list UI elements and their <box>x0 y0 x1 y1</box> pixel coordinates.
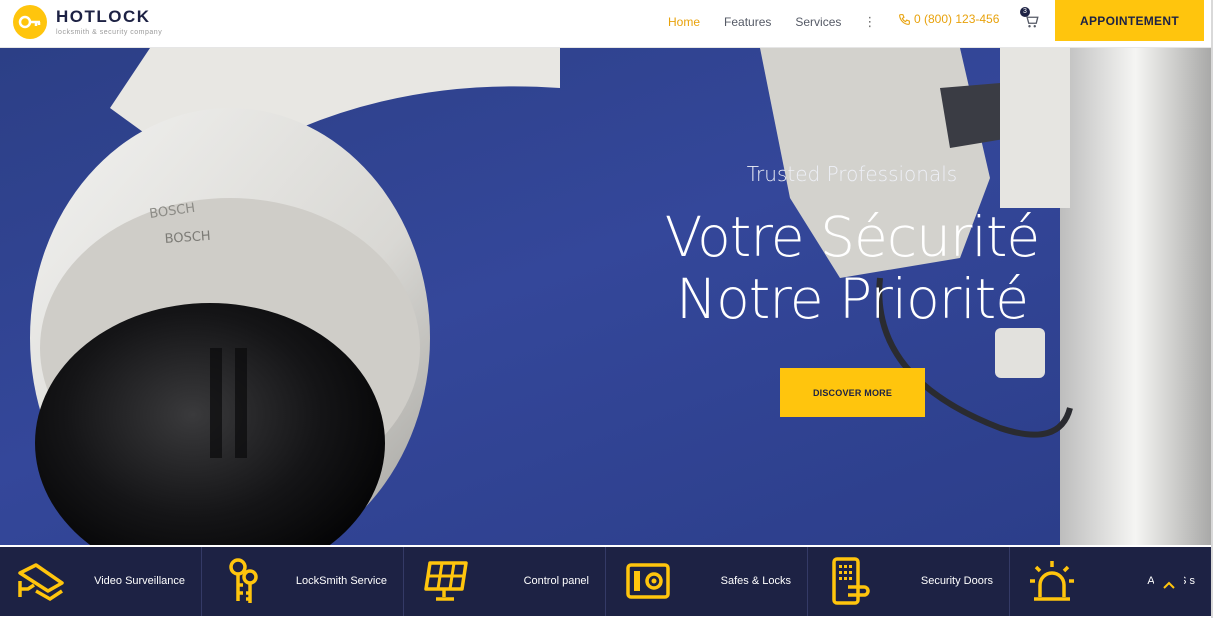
site-header: HOTLOCK locksmith & security company Hom… <box>0 0 1213 48</box>
service-safes-locks[interactable]: Safes & Locks <box>606 547 808 616</box>
phone-icon <box>899 13 910 25</box>
panel-icon <box>424 561 468 601</box>
service-label: Control panel <box>523 575 589 587</box>
hero-title: Votre Sécurité Notre Priorité <box>650 206 1054 330</box>
chevron-up-icon <box>1163 581 1175 589</box>
hero-title-line-2: Notre Priorité <box>675 267 1029 331</box>
cart-count-badge: 3 <box>1020 7 1030 17</box>
phone-link[interactable]: 0 (800) 123-456 <box>898 12 999 26</box>
scroll-to-top-button[interactable] <box>1154 572 1184 598</box>
service-control-panel[interactable]: Control panel <box>404 547 606 616</box>
nav-services[interactable]: Services <box>795 15 841 29</box>
brand-tagline: locksmith & security company <box>56 29 163 36</box>
more-menu-icon[interactable]: ⋮ <box>863 14 876 30</box>
nav-features[interactable]: Features <box>724 15 771 29</box>
camera-icon <box>18 563 64 602</box>
cart-button[interactable]: 3 <box>1020 7 1040 30</box>
service-label: Video Surveillance <box>94 575 185 587</box>
safe-icon <box>626 563 670 599</box>
service-security-doors[interactable]: Security Doors <box>808 547 1010 616</box>
camera-brand-label-2: BOSCH <box>164 229 211 247</box>
hero-subtitle: Trusted Professionals <box>746 162 958 186</box>
service-label: LockSmith Service <box>295 575 387 587</box>
phone-number: 0 (800) 123-456 <box>914 12 1000 26</box>
key-logo-icon <box>13 5 47 39</box>
main-nav: Home Features Services ⋮ <box>668 14 906 30</box>
hero-banner: BOSCH BOSCH Trusted Professionals Votre … <box>0 48 1211 545</box>
services-strip: Video Surveillance LockSmith Service Con… <box>0 547 1211 616</box>
appointment-button[interactable]: APPOINTEMENT <box>1055 0 1204 41</box>
service-video-surveillance[interactable]: Video Surveillance <box>0 547 202 616</box>
service-label: Security Doors <box>920 575 993 587</box>
discover-more-button[interactable]: DISCOVER MORE <box>780 368 925 417</box>
alarm-icon <box>1030 561 1074 601</box>
hero-title-line-1: Votre Sécurité <box>664 205 1040 269</box>
logo[interactable]: HOTLOCK locksmith & security company <box>13 5 162 39</box>
keys-icon <box>229 558 258 603</box>
nav-home[interactable]: Home <box>668 15 700 29</box>
brand-name: HOTLOCK <box>56 7 151 26</box>
service-locksmith[interactable]: LockSmith Service <box>202 547 404 616</box>
service-label: Safes & Locks <box>720 575 791 587</box>
door-keypad-icon <box>832 557 870 605</box>
